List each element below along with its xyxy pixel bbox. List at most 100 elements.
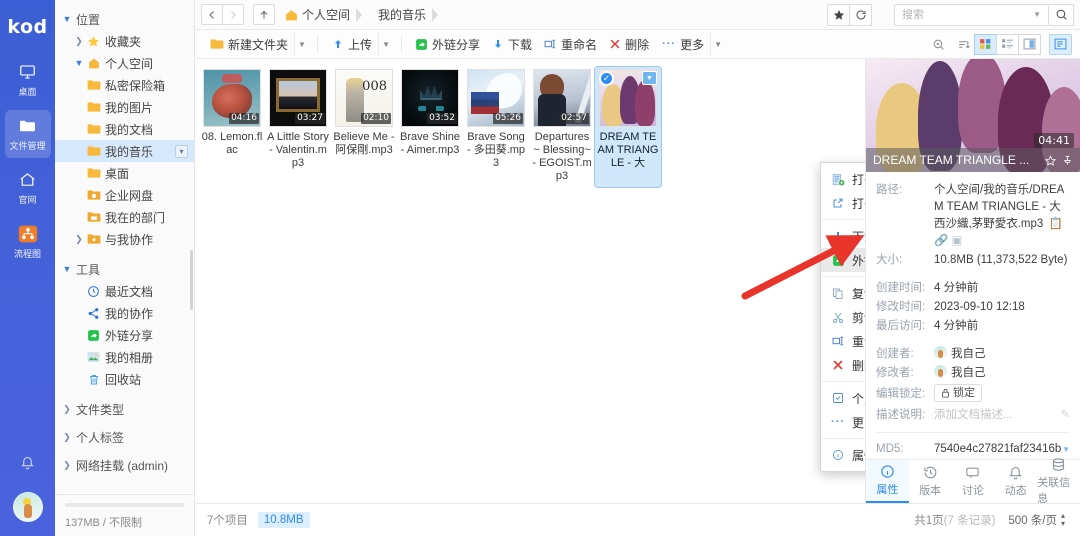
sidebar-item-recent-docs[interactable]: 最近文档 [55,280,194,302]
breadcrumb-item-my-music[interactable]: 我的音乐 [371,4,447,26]
download-button[interactable]: 下载 [486,33,538,55]
zoom-icon[interactable] [927,34,950,55]
context-menu-item-open-with[interactable]: 打开为...(A) ❯ [821,191,865,215]
sidebar-item-my-collaboration[interactable]: 我的协作 [55,302,194,324]
rail-item-flowchart[interactable]: 流程图 [5,218,51,266]
context-menu-item-share-link[interactable]: 外链分享(L) [821,248,865,272]
sidebar-item-my-documents[interactable]: 我的文档 [55,118,194,140]
tab-related-info[interactable]: 关联信息 [1037,458,1080,505]
tab-versions[interactable]: 版本 [909,460,952,503]
context-menu-item-delete[interactable]: 删除(D) Del [821,353,865,377]
list-view-icon[interactable] [996,33,1019,55]
split-view-icon[interactable] [1018,33,1041,55]
avatar[interactable] [13,492,43,522]
detail-value-modified: 2023-09-10 12:18 [934,301,1025,313]
grid-view-icon[interactable] [974,33,997,55]
sidebar-item-private-vault[interactable]: 私密保险箱 [55,74,194,96]
sidebar-group-network-mount[interactable]: ❯ 网络挂载 (admin) [55,454,194,476]
rename-button[interactable]: 重命名 [538,33,603,55]
context-menu[interactable]: 打开(O) Enter 打开为...(A) ❯ [820,162,865,472]
rail-item-website[interactable]: 官网 [5,164,51,212]
qr-icon[interactable]: ▣ [952,235,963,247]
sidebar-item-shared-with-me[interactable]: ❯ 与我协作 [55,228,194,250]
lock-button[interactable]: 锁定 [934,384,982,402]
detail-value-description[interactable]: 添加文档描述... [934,407,1060,424]
upload-button[interactable]: 上传 [326,33,378,55]
context-menu-item-download[interactable]: 下载(X) Shift+Enter [821,224,865,248]
search-button[interactable] [1049,3,1074,26]
tab-activity[interactable]: 动态 [994,460,1037,503]
sidebar-item-recycle-bin[interactable]: 回收站 [55,368,194,390]
tab-discussion[interactable]: 讨论 [952,460,995,503]
rail-item-flowchart-label: 流程图 [13,249,41,259]
sidebar-item-favorites[interactable]: ❯ 收藏夹 [55,30,194,52]
edit-icon[interactable]: ✎ [1060,407,1070,424]
sidebar-group-locations[interactable]: ▼ 位置 [55,8,194,30]
arrow-right-icon [227,9,239,21]
context-menu-item-copy[interactable]: 复制(C) Ctrl+C [821,281,865,305]
file-tile-selected[interactable]: ✓ ▼ DREAM TEAM TRIANGLE - 大 [594,66,662,188]
link-icon[interactable]: 🔗 [934,235,948,247]
refresh-button[interactable] [849,3,872,26]
sidebar-scroll[interactable]: ▼ 位置 ❯ 收藏夹 ▼ 个人空间 私密保险箱 我的图片 我的文档 我的音乐 ▾… [55,0,194,494]
new-folder-dropdown[interactable]: ▼ [294,33,309,55]
preview-image[interactable]: 04:41 DREAM TEAM TRIANGLE ... [866,59,1080,172]
upload-dropdown[interactable]: ▼ [378,33,393,55]
sidebar-item-my-music[interactable]: 我的音乐 ▾ [55,140,194,162]
back-button[interactable] [201,4,223,25]
search-box[interactable]: ▼ [894,3,1049,26]
sidebar-item-my-pictures[interactable]: 我的图片 [55,96,194,118]
context-menu-item-rename[interactable]: 重命名(R) F2 [821,329,865,353]
forward-button[interactable] [222,4,244,25]
notifications-button[interactable] [0,455,55,470]
context-menu-item-cut[interactable]: 剪切(K) Ctrl+X [821,305,865,329]
file-tile[interactable]: 03:27 A Little Story - Valentin.mp3 [265,67,331,187]
sidebar-item-my-department[interactable]: 我在的部门 [55,206,194,228]
detail-body[interactable]: 路径: 个人空间/我的音乐/DREAM TEAM TRIANGLE - 大西沙織… [866,172,1080,459]
search-input[interactable] [895,8,1034,21]
delete-button[interactable]: 删除 [603,33,655,55]
file-tile[interactable]: 03:52 Brave Shine - Aimer.mp3 [397,67,463,187]
more-button[interactable]: ··· 更多 [656,33,710,55]
rail-item-desktop[interactable]: 桌面 [5,56,51,104]
file-tile[interactable]: 04:16 08. Lemon.flac [199,67,265,187]
sidebar-item-my-album[interactable]: 我的相册 [55,346,194,368]
context-menu-item-properties[interactable]: 属性(I) Alt+I [821,443,865,467]
file-tile[interactable]: 05:26 Brave Song - 多田葵.mp3 [463,67,529,187]
sidebar-item-desktop[interactable]: 桌面 [55,162,194,184]
context-menu-item-open[interactable]: 打开(O) Enter [821,167,865,191]
sidebar-item-enterprise-drive[interactable]: 企业网盘 [55,184,194,206]
checkmark-icon[interactable]: ✓ [599,71,614,86]
copy-icon[interactable]: 📋 [1048,218,1062,230]
file-tile[interactable]: 02:57 Departures ~ Blessing~ - EGOIST.mp… [529,67,595,187]
new-folder-button[interactable]: 新建文件夹 [204,33,294,55]
tab-properties[interactable]: 属性 [866,460,909,503]
tile-menu-button[interactable]: ▼ [642,71,657,85]
sidebar-item-private-vault-label: 私密保险箱 [105,78,166,93]
sidebar-group-tools[interactable]: ▼ 工具 [55,258,194,280]
pin-icon[interactable] [1062,155,1073,166]
share-link-button[interactable]: 外链分享 [409,33,486,55]
context-menu-item-personal-tag[interactable]: 个人标签 ❯ [821,386,865,410]
favorite-button[interactable] [827,3,850,26]
chevron-down-icon[interactable]: ▼ [1033,10,1048,19]
detail-panel: 04:41 DREAM TEAM TRIANGLE ... 路径: 个人空间/我… [865,59,1080,505]
file-grid-area[interactable]: 04:16 08. Lemon.flac 03:27 A Little Stor… [195,59,865,503]
sidebar-item-menu-button[interactable]: ▾ [175,144,188,158]
page-size-select[interactable]: 500 条/页 ▴ ▾ [1005,510,1068,530]
context-menu-item-more[interactable]: ··· 更多 ❯ [821,410,865,434]
rail-item-file-manager[interactable]: 文件管理 [4,110,51,158]
detail-panel-icon[interactable] [1049,33,1072,55]
more-dropdown[interactable]: ▼ [710,33,725,55]
star-icon[interactable] [1045,154,1056,166]
file-tile[interactable]: 008 02:10 Believe Me - 阿保剛.mp3 [331,67,397,187]
breadcrumb-item-personal-space[interactable]: 个人空间 [278,4,371,26]
sort-icon[interactable] [952,34,975,55]
sidebar-item-personal-space[interactable]: ▼ 个人空间 [55,52,194,74]
duration-badge: 03:27 [295,113,325,124]
up-button[interactable] [253,4,275,25]
sidebar-group-file-types[interactable]: ❯ 文件类型 [55,398,194,420]
sidebar-item-link-share[interactable]: 外链分享 [55,324,194,346]
sidebar-group-personal-tags[interactable]: ❯ 个人标签 [55,426,194,448]
detail-label-md5: MD5: [876,443,904,455]
